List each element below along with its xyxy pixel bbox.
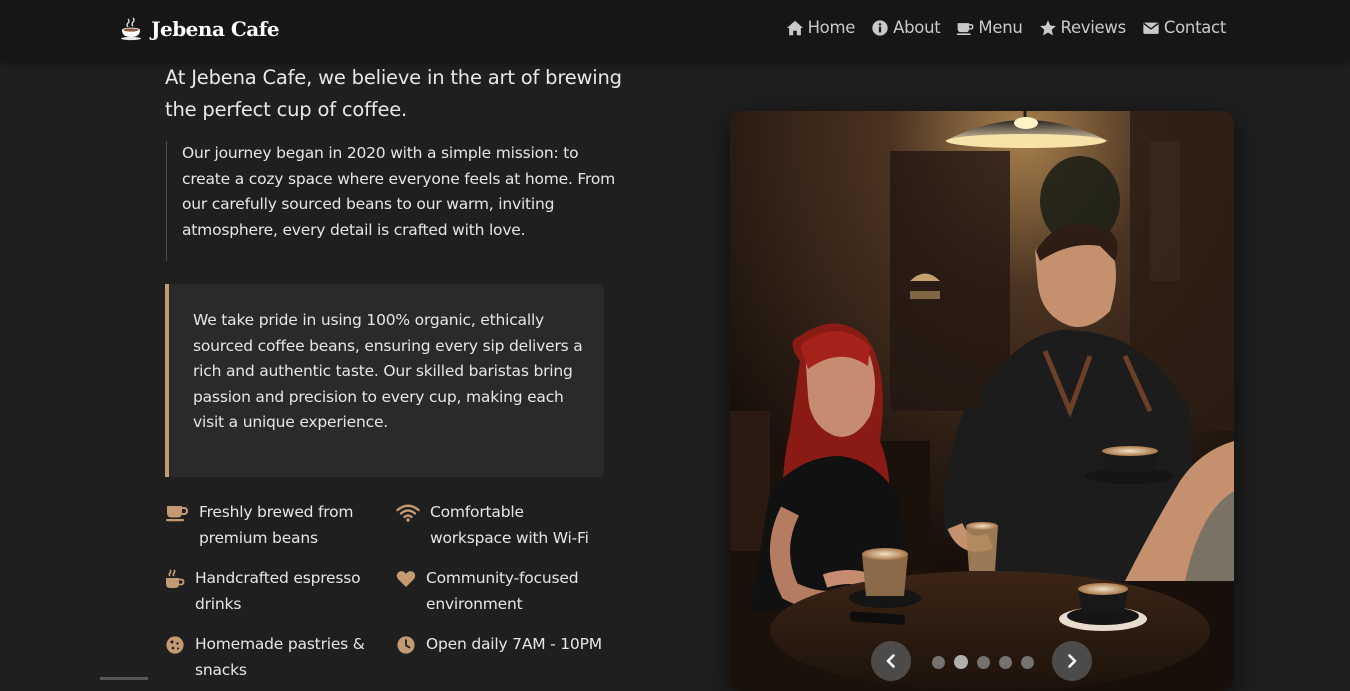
feature-item: Freshly brewed from premium beans (165, 500, 365, 551)
mug-hot-icon (166, 569, 185, 588)
info-icon (872, 19, 888, 36)
brand-logo[interactable]: Jebena Cafe (120, 17, 280, 41)
nav-reviews[interactable]: Reviews (1039, 18, 1126, 37)
main-nav: Home About Menu Reviews Contact (786, 18, 1226, 37)
feature-text: Open daily 7AM - 10PM (426, 635, 602, 653)
cafe-scene-image (730, 111, 1234, 691)
carousel-dot[interactable] (1021, 655, 1034, 669)
carousel-next-button[interactable] (1052, 641, 1092, 681)
carousel-dot-active[interactable] (954, 655, 968, 669)
coffee-cup-icon (121, 17, 141, 41)
wifi-icon (396, 504, 420, 522)
about-highlight-card: We take pride in using 100% organic, eth… (165, 284, 604, 477)
carousel-dot[interactable] (932, 655, 945, 669)
brand-name: Jebena Cafe (151, 17, 280, 41)
cafe-photo-carousel (730, 111, 1234, 691)
feature-item: Open daily 7AM - 10PM (396, 632, 606, 658)
feature-text: Comfortable workspace with Wi-Fi (430, 503, 589, 547)
home-icon (786, 20, 803, 35)
clock-icon (397, 636, 415, 654)
cookie-icon (166, 636, 184, 654)
nav-home-label: Home (807, 18, 856, 37)
nav-home[interactable]: Home (786, 18, 856, 37)
coffee-icon (957, 22, 974, 35)
feature-item: Comfortable workspace with Wi-Fi (396, 500, 606, 551)
coffee-icon (166, 506, 189, 522)
nav-contact-label: Contact (1163, 18, 1226, 37)
about-pride-text: We take pride in using 100% organic, eth… (193, 311, 583, 431)
feature-text: Homemade pastries & snacks (195, 635, 365, 679)
carousel-prev-button[interactable] (871, 641, 911, 681)
carousel-dot[interactable] (999, 655, 1012, 669)
feature-text: Handcrafted espresso drinks (195, 569, 361, 613)
carousel-dot[interactable] (977, 655, 990, 669)
feature-item: Homemade pastries & snacks (165, 632, 375, 683)
star-icon (1039, 19, 1056, 35)
feature-item: Community-focused environment (396, 566, 606, 617)
about-lead: At Jebena Cafe, we believe in the art of… (165, 66, 622, 121)
feature-item: Handcrafted espresso drinks (165, 566, 375, 617)
about-journey: Our journey began in 2020 with a simple … (166, 141, 616, 261)
nav-about-label: About (893, 18, 941, 37)
heart-icon (396, 571, 416, 587)
envelope-icon (1143, 22, 1159, 34)
nav-reviews-label: Reviews (1060, 18, 1127, 37)
nav-menu[interactable]: Menu (956, 18, 1023, 37)
navbar: Jebena Cafe Home About Menu Reviews Cont… (0, 0, 1350, 60)
feature-text: Community-focused environment (426, 569, 579, 613)
nav-contact[interactable]: Contact (1142, 18, 1226, 37)
carousel-indicators (932, 655, 1034, 669)
chevron-right-icon (1068, 654, 1077, 668)
chevron-left-icon (886, 654, 895, 668)
nav-about[interactable]: About (871, 18, 941, 37)
feature-text: Freshly brewed from premium beans (199, 503, 354, 547)
page: Jebena Cafe Home About Menu Reviews Cont… (0, 0, 1350, 691)
nav-menu-label: Menu (978, 18, 1023, 37)
